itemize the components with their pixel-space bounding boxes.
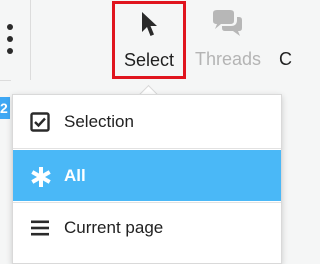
menu-item-all[interactable]: All: [13, 150, 281, 201]
chat-bubbles-icon: [211, 9, 245, 44]
toolbar-button-cut-off[interactable]: C: [279, 0, 299, 80]
select-button[interactable]: Select: [112, 1, 186, 79]
threads-button-label: Threads: [194, 49, 262, 69]
cut-off-button-label: C: [279, 49, 292, 69]
toolbar-divider: [30, 0, 31, 80]
more-options-icon[interactable]: [5, 24, 15, 54]
menu-item-current-page-label: Current page: [64, 218, 164, 237]
cursor-arrow-icon: [139, 10, 159, 45]
checkbox-checked-icon: [30, 112, 50, 132]
select-button-label: Select: [123, 50, 175, 70]
list-lines-icon: [30, 218, 50, 238]
asterisk-icon: [30, 166, 51, 187]
menu-item-current-page[interactable]: Current page: [13, 203, 281, 253]
threads-button[interactable]: Threads: [190, 0, 266, 80]
right-panel-strip: [282, 80, 287, 260]
menu-item-all-label: All: [64, 165, 86, 185]
menu-separator: [13, 148, 281, 149]
left-panel-badge: 2: [0, 97, 10, 119]
menu-item-selection[interactable]: Selection: [13, 97, 281, 147]
toolbar: Select Threads C: [0, 0, 292, 80]
menu-item-selection-label: Selection: [64, 112, 134, 131]
select-dropdown-menu: Selection All Current page: [12, 94, 282, 264]
